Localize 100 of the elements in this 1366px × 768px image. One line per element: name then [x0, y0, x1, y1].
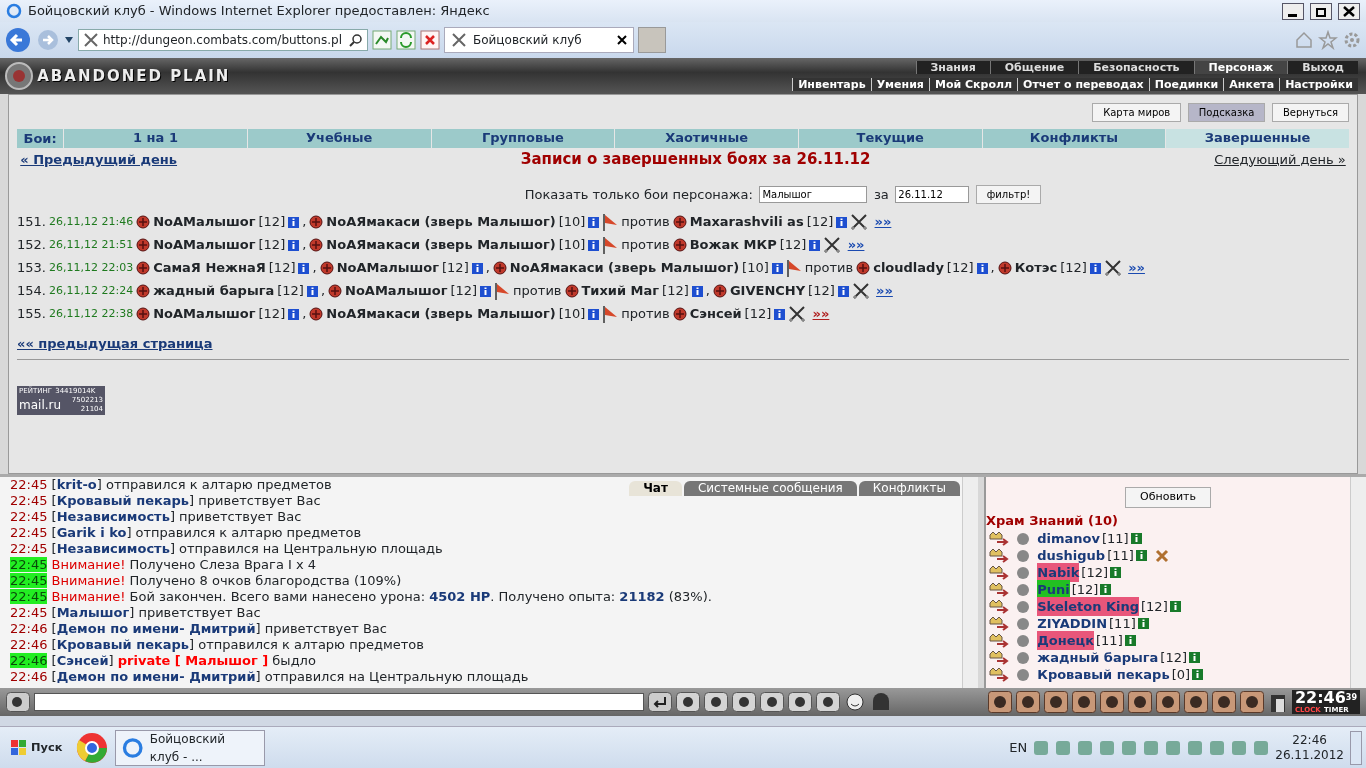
- browser-tab[interactable]: Бойцовский клуб: [444, 27, 634, 53]
- fighter-name[interactable]: cloudlady: [873, 258, 944, 278]
- fighter-name[interactable]: NoAМалышог: [153, 304, 256, 324]
- start-button[interactable]: Пуск: [4, 733, 70, 762]
- menu-tab[interactable]: Общение: [989, 61, 1079, 75]
- restore-icon[interactable]: [1310, 2, 1332, 20]
- fighter-name[interactable]: GIVENCHY: [729, 281, 806, 301]
- fighter-name[interactable]: жадный барыга: [153, 281, 275, 301]
- fighter-name[interactable]: NoAМалышог: [153, 212, 256, 232]
- menu-link[interactable]: Поединки: [1148, 77, 1224, 91]
- filter-button[interactable]: фильтр!: [975, 184, 1042, 204]
- smiley-icon[interactable]: [844, 692, 866, 712]
- info-icon[interactable]: [288, 308, 300, 320]
- refresh-icon[interactable]: [396, 30, 416, 50]
- prev-page-link[interactable]: «« предыдущая страница: [17, 333, 213, 353]
- menu-tab[interactable]: Персонаж: [1193, 61, 1288, 75]
- info-icon[interactable]: [1124, 635, 1136, 646]
- star-icon[interactable]: [1318, 30, 1338, 50]
- page-button[interactable]: Вернуться: [1271, 103, 1349, 122]
- fighter-name[interactable]: NoAМалышог: [153, 235, 256, 255]
- chat-tab[interactable]: Чат: [629, 481, 682, 496]
- info-icon[interactable]: [480, 285, 492, 297]
- taskbar-clock[interactable]: 22:46 26.11.2012: [1275, 732, 1344, 763]
- menu-link[interactable]: Анкета: [1223, 77, 1280, 91]
- next-day-link[interactable]: Следующий день »: [1214, 149, 1346, 169]
- fighter-name[interactable]: Maxarashvili as: [689, 212, 804, 232]
- info-icon[interactable]: [306, 285, 318, 297]
- info-icon[interactable]: [1135, 550, 1147, 561]
- page-button[interactable]: Карта миров: [1092, 103, 1182, 122]
- prev-day-link[interactable]: « Предыдущий день: [20, 149, 178, 169]
- menu-tab[interactable]: Знания: [915, 61, 990, 75]
- taskbar-window[interactable]: Бойцовский клуб - ...: [115, 729, 266, 766]
- battle-tab[interactable]: Завершенные: [1165, 128, 1349, 148]
- page-button[interactable]: Подсказка: [1187, 103, 1266, 122]
- info-icon[interactable]: [471, 262, 483, 274]
- compatibility-icon[interactable]: [372, 30, 392, 50]
- dropdown-icon[interactable]: [64, 36, 74, 44]
- close-icon[interactable]: [617, 35, 627, 45]
- info-icon[interactable]: [771, 262, 783, 274]
- battle-tab[interactable]: 1 на 1: [63, 128, 247, 148]
- fighter-name[interactable]: Котэс: [1014, 258, 1058, 278]
- battle-log-link[interactable]: »»: [874, 212, 892, 232]
- info-icon[interactable]: [588, 216, 600, 228]
- info-icon[interactable]: [976, 262, 988, 274]
- menu-link[interactable]: Отчет о переводах: [1017, 77, 1149, 91]
- info-icon[interactable]: [288, 216, 300, 228]
- fighter-name[interactable]: Вожак МКР: [689, 235, 777, 255]
- date-field[interactable]: 26.11.12: [895, 185, 970, 203]
- battle-tab[interactable]: Учебные: [246, 128, 431, 148]
- menu-link[interactable]: Мой Скролл: [928, 77, 1018, 91]
- fighter-name[interactable]: NoAЯмакаси (зверь Малышог): [326, 212, 556, 232]
- minimize-icon[interactable]: [1282, 2, 1304, 20]
- menu-tab[interactable]: Выход: [1287, 61, 1358, 75]
- info-icon[interactable]: [1137, 618, 1149, 629]
- refresh-button[interactable]: Обновить: [1125, 487, 1211, 508]
- battle-log-link[interactable]: »»: [847, 235, 865, 255]
- info-icon[interactable]: [588, 308, 600, 320]
- info-icon[interactable]: [1100, 584, 1112, 595]
- info-icon[interactable]: [288, 239, 300, 251]
- address-field[interactable]: http://dungeon.combats.com/buttons.pl: [78, 29, 368, 51]
- chat-input[interactable]: [34, 693, 644, 711]
- info-icon[interactable]: [588, 239, 600, 251]
- chrome-icon[interactable]: [75, 730, 110, 765]
- close-icon[interactable]: [1338, 2, 1360, 20]
- fighter-name[interactable]: NoAМалышог: [336, 258, 439, 278]
- menu-tab[interactable]: Безопасность: [1078, 61, 1194, 75]
- back-icon[interactable]: [4, 26, 32, 54]
- fighter-name[interactable]: NoAЯмакаси (зверь Малышог): [326, 304, 556, 324]
- menu-link[interactable]: Настройки: [1279, 77, 1358, 91]
- fighter-name[interactable]: Сэнсей: [689, 304, 742, 324]
- info-icon[interactable]: [298, 262, 310, 274]
- info-icon[interactable]: [837, 285, 849, 297]
- scrollbar[interactable]: [962, 477, 978, 688]
- info-icon[interactable]: [809, 239, 821, 251]
- battle-tab[interactable]: Хаотичные: [614, 128, 798, 148]
- menu-link[interactable]: Инвентарь: [792, 77, 871, 91]
- info-icon[interactable]: [1189, 652, 1200, 663]
- info-icon[interactable]: [1130, 533, 1142, 544]
- battle-tab[interactable]: Групповые: [430, 128, 615, 148]
- info-icon[interactable]: [1089, 262, 1101, 274]
- fighter-name[interactable]: NoAЯмакаси (зверь Малышог): [326, 235, 556, 255]
- fighter-name[interactable]: СамаЯ НежнаЯ: [153, 258, 266, 278]
- battle-log-link[interactable]: »»: [876, 281, 893, 301]
- info-icon[interactable]: [1192, 669, 1204, 680]
- battle-log-link[interactable]: »»: [1128, 258, 1145, 278]
- info-icon[interactable]: [691, 285, 703, 297]
- info-icon[interactable]: [836, 216, 848, 228]
- scrollbar[interactable]: [1350, 477, 1366, 688]
- chat-tab[interactable]: Конфликты: [858, 481, 960, 496]
- language-indicator[interactable]: EN: [1009, 737, 1028, 758]
- stop-icon[interactable]: [420, 30, 440, 50]
- menu-link[interactable]: Умения: [870, 77, 929, 91]
- info-icon[interactable]: [1110, 567, 1121, 578]
- fighter-name[interactable]: NoAЯмакаси (зверь Малышог): [509, 258, 740, 278]
- battle-tab[interactable]: Текущие: [797, 128, 982, 148]
- fighter-name[interactable]: Тихий Маг: [581, 281, 660, 301]
- fighter-name[interactable]: NoAМалышог: [345, 281, 448, 301]
- battle-log-link[interactable]: »»: [812, 304, 830, 324]
- info-icon[interactable]: [1169, 601, 1181, 612]
- info-icon[interactable]: [774, 308, 786, 320]
